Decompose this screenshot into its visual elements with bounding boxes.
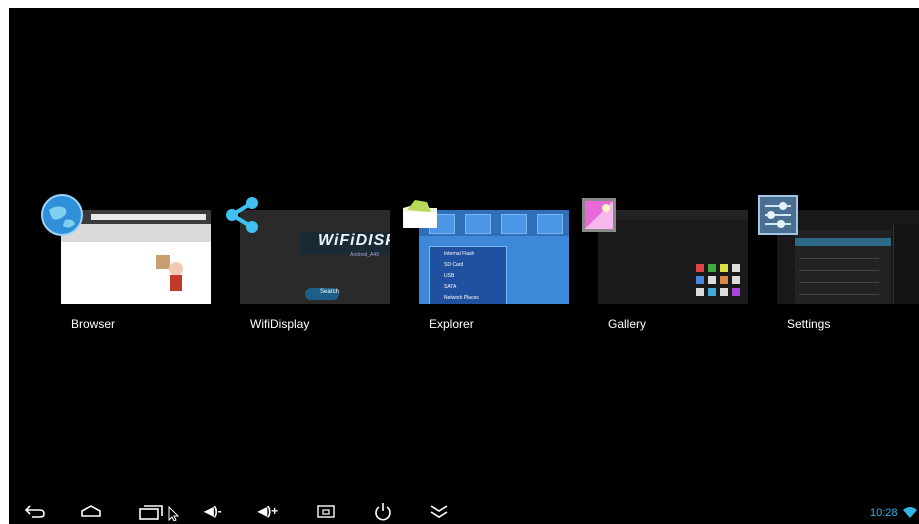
wifidisplay-search-label: Search [320,289,340,295]
storage-item: Network Places [444,295,479,301]
settings-row [799,250,879,259]
back-icon [24,505,45,518]
gallery-grid [696,264,740,296]
chevron-down-icon [430,505,448,518]
recent-card-gallery[interactable]: Gallery [582,198,748,331]
recent-card-label: Explorer [429,317,474,331]
explorer-tab [501,214,527,234]
recent-card-label: WifiDisplay [250,317,310,331]
wifidisplay-title: WiFiDISP [318,232,390,249]
wifi-icon [903,507,917,518]
home-icon [81,505,101,517]
volume-up-icon: ◀)+ [257,504,279,518]
back-button[interactable] [20,498,50,524]
volume-down-button[interactable]: ◀)- [193,498,233,524]
navigation-bar: ◀)- ◀)+ [0,498,919,524]
recents-button[interactable] [136,498,182,524]
screenshot-icon [317,505,335,518]
screenshot-button[interactable] [311,498,341,524]
recent-card-wifidisplay[interactable]: WiFiDISP Android_A49 Search WifiDisplay [226,197,390,331]
status-clock: 10:28 [870,507,898,519]
folder-icon [403,200,437,228]
picture-icon [582,198,616,232]
explorer-tab [465,214,491,234]
hide-bar-button[interactable] [424,498,454,524]
sliders-icon [758,195,798,235]
recents-icon [139,505,180,521]
recent-card-label: Gallery [608,317,647,331]
wifidisplay-subtitle: Android_A49 [350,252,379,258]
settings-detail-pane [893,224,919,304]
globe-icon [41,194,83,236]
recents-screen: Browser WiFiDISP Android_A49 Search Wifi… [9,8,919,524]
storage-item: SATA [444,284,457,290]
recent-card-settings[interactable]: Settings [758,195,919,331]
volume-down-icon: ◀)- [204,504,222,518]
power-button[interactable] [370,498,396,524]
power-icon [375,503,391,521]
storage-item: Internal Flash [444,251,475,257]
volume-up-button[interactable]: ◀)+ [248,498,288,524]
frame: Browser WiFiDISP Android_A49 Search Wifi… [0,0,919,524]
storage-item: SD Card [444,262,464,268]
storage-item: USB [444,273,455,279]
explorer-tab [537,214,563,234]
recent-card-browser[interactable]: Browser [41,194,211,331]
browser-figure-image [156,255,183,291]
browser-url-bar [91,214,206,220]
share-icon [226,197,258,233]
settings-row [799,262,879,271]
settings-row [799,286,879,295]
recent-card-label: Browser [71,317,116,331]
recent-card-explorer[interactable]: Internal Flash SD Card USB SATA Network … [403,200,569,331]
home-button[interactable] [76,498,106,524]
settings-row [799,274,879,283]
explorer-storage-menu: Internal Flash SD Card USB SATA Network … [429,246,507,304]
settings-selected-row [795,238,891,246]
recent-card-label: Settings [787,317,831,331]
